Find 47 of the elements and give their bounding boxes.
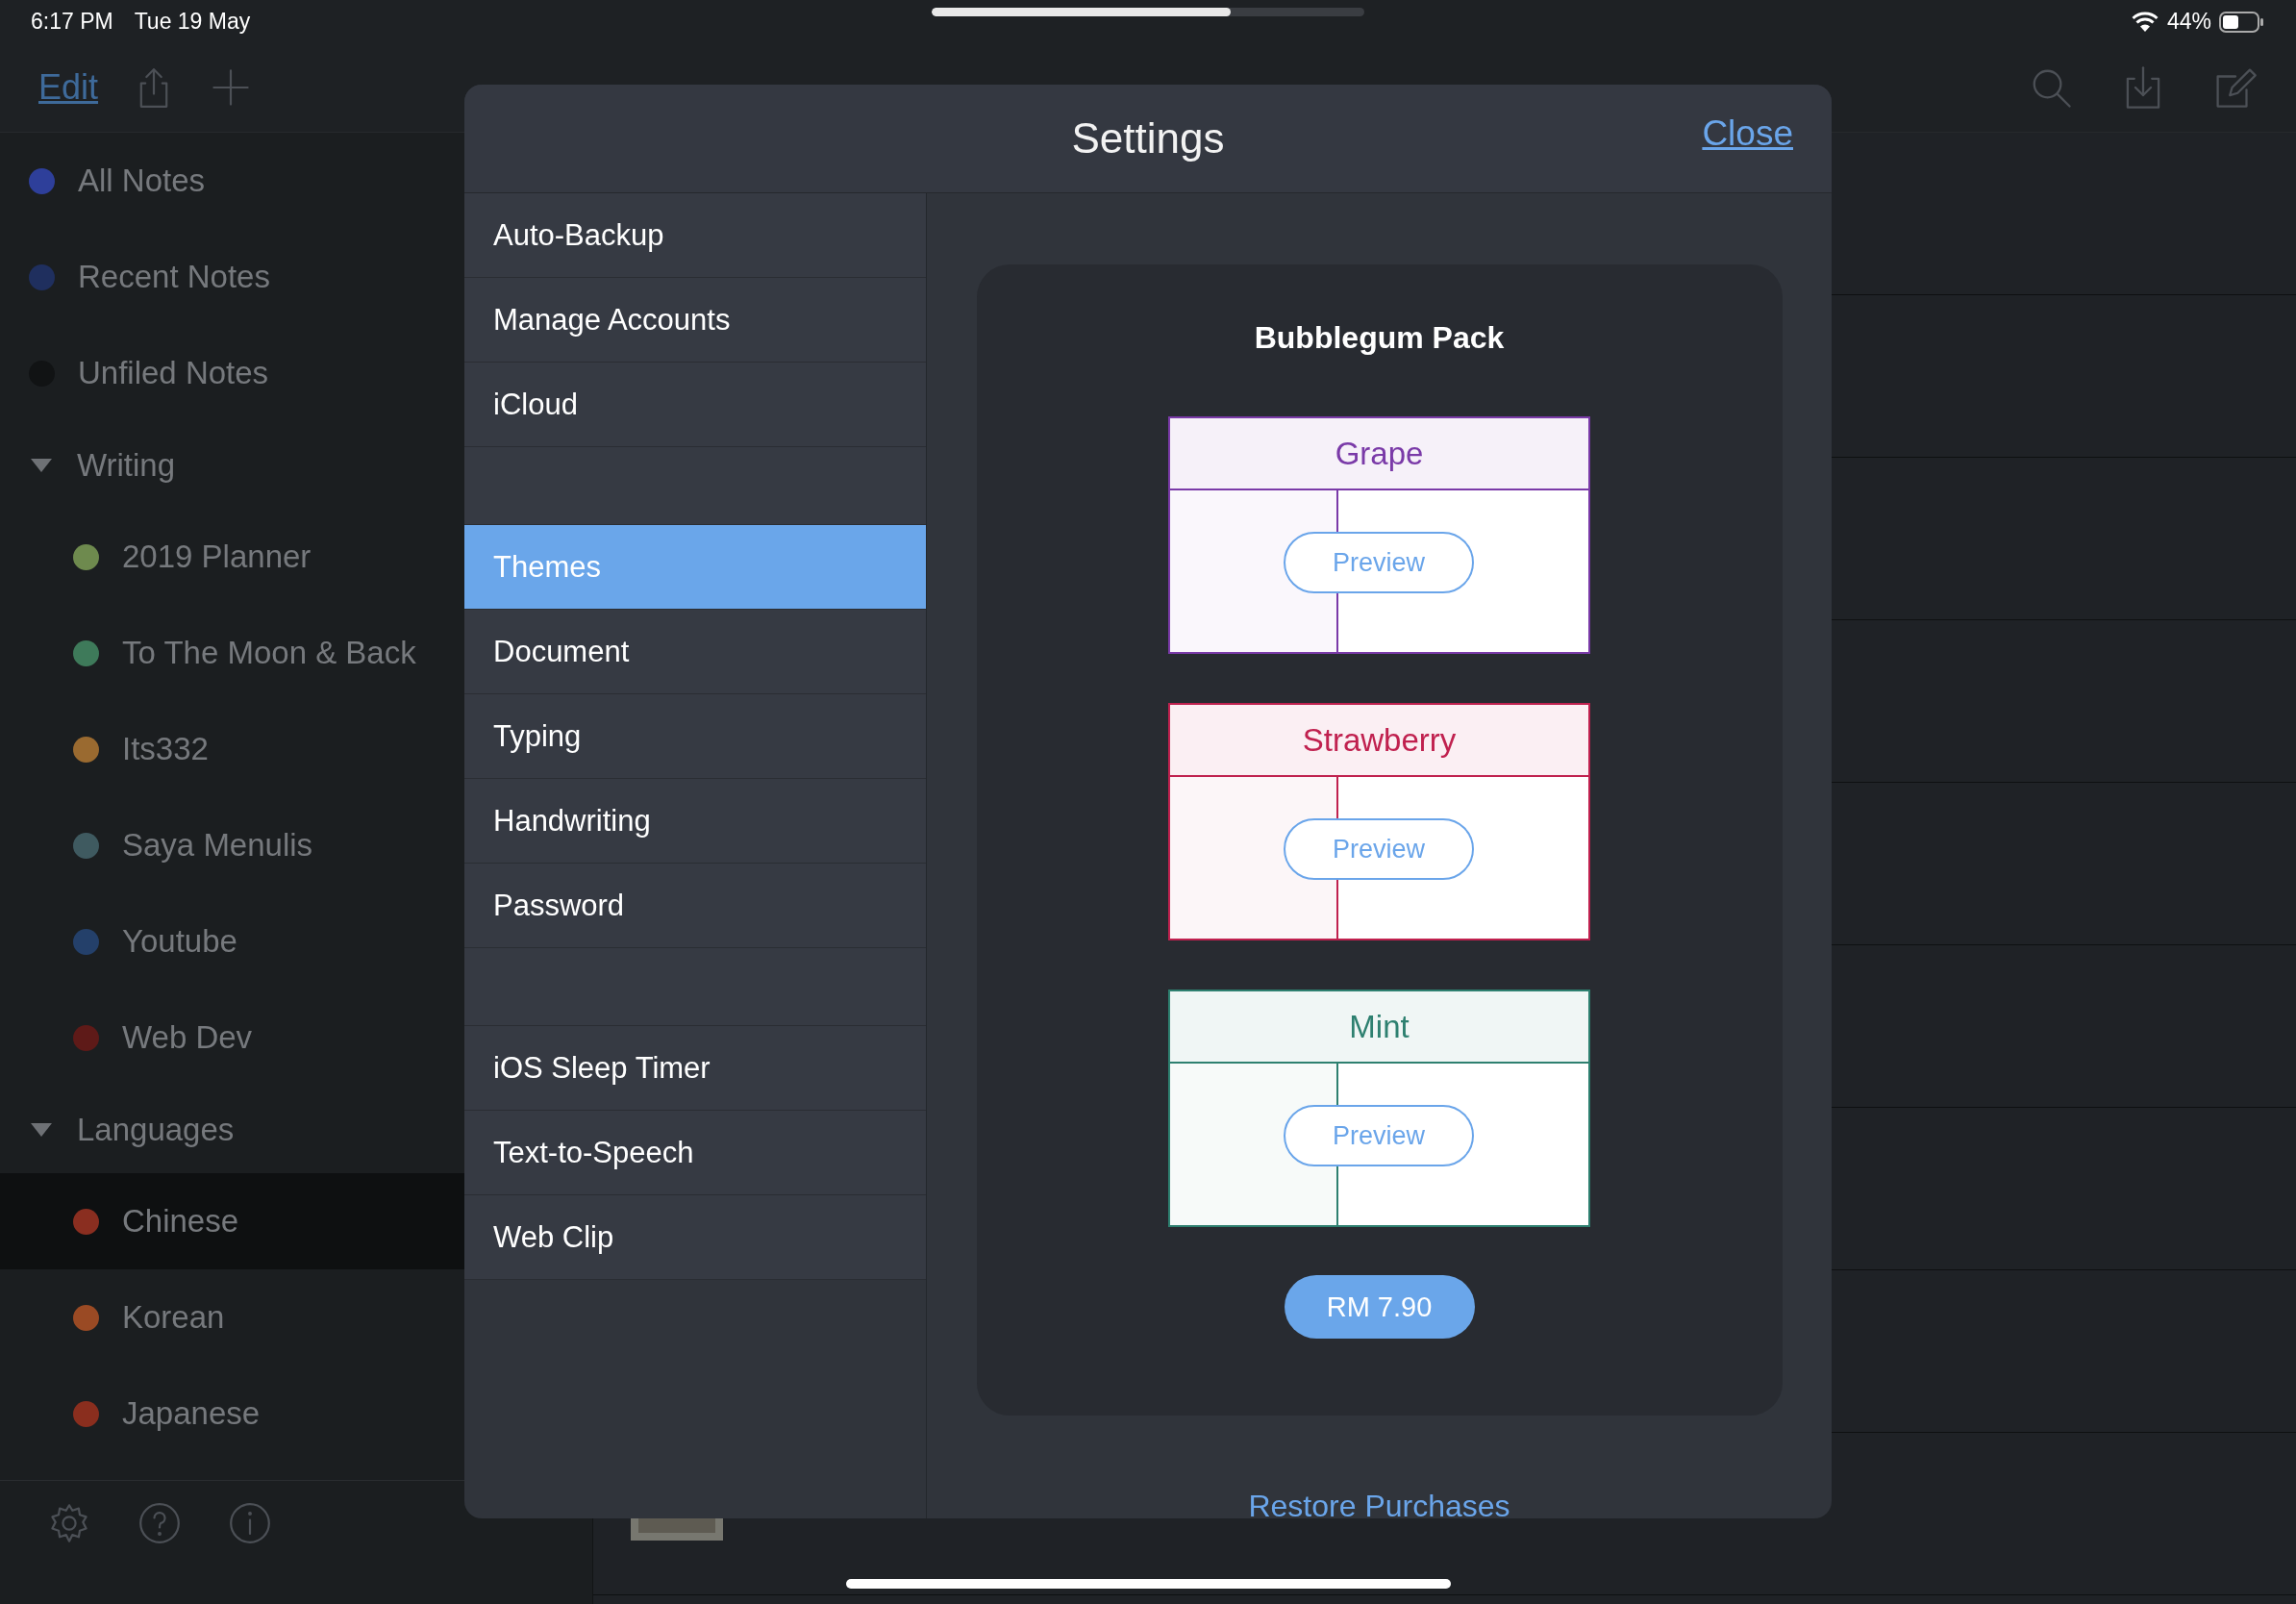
settings-menu-item[interactable]: Auto-Backup [464, 193, 926, 278]
settings-menu-item[interactable]: Password [464, 864, 926, 948]
settings-menu-item[interactable]: Typing [464, 694, 926, 779]
settings-icon[interactable] [48, 1502, 90, 1544]
sidebar-item-label: Chinese [122, 1203, 239, 1240]
edit-link[interactable]: Edit [38, 67, 99, 108]
theme-name: Grape [1335, 435, 1424, 472]
status-time: 6:17 PM [31, 9, 113, 35]
sidebar-item-label: 2019 Planner [122, 539, 312, 575]
sidebar-item-label: All Notes [78, 163, 206, 199]
sidebar-item-label: Its332 [122, 731, 209, 767]
settings-menu-item[interactable]: Handwriting [464, 779, 926, 864]
settings-menu-item[interactable]: iCloud [464, 363, 926, 447]
battery-percentage: 44% [2166, 9, 2211, 35]
theme-name: Mint [1349, 1008, 1410, 1045]
sidebar-item-label: Recent Notes [78, 259, 270, 295]
pack-title: Bubblegum Pack [1254, 320, 1505, 356]
settings-menu-item[interactable]: Themes [464, 525, 926, 610]
preview-button[interactable]: Preview [1284, 1105, 1474, 1166]
preview-button[interactable]: Preview [1284, 532, 1474, 593]
settings-menu-item[interactable]: Web Clip [464, 1195, 926, 1280]
info-icon[interactable] [229, 1502, 271, 1544]
settings-menu-item[interactable]: Manage Accounts [464, 278, 926, 363]
settings-menu-item[interactable]: iOS Sleep Timer [464, 1026, 926, 1111]
wifi-icon [2130, 11, 2159, 33]
preview-button[interactable]: Preview [1284, 818, 1474, 880]
close-link[interactable]: Close [1702, 113, 1793, 154]
status-date: Tue 19 May [134, 9, 251, 35]
sidebar-item-label: Web Dev [122, 1019, 253, 1056]
settings-menu-item[interactable]: Document [464, 610, 926, 694]
sidebar-item-label: Youtube [122, 923, 237, 960]
battery-icon [2219, 10, 2265, 34]
sidebar-item-label: Saya Menulis [122, 827, 313, 864]
sidebar-item-label: To The Moon & Back [122, 635, 416, 671]
dialog-title: Settings [1071, 114, 1225, 163]
sidebar-item-label: Korean [122, 1299, 225, 1336]
restore-purchases-link[interactable]: Restore Purchases [1248, 1489, 1510, 1518]
group-label[interactable]: Languages [77, 1111, 235, 1148]
help-icon[interactable] [138, 1502, 181, 1544]
price-button[interactable]: RM 7.90 [1284, 1275, 1475, 1339]
theme-name: Strawberry [1302, 721, 1457, 759]
settings-menu-item[interactable]: Text-to-Speech [464, 1111, 926, 1195]
sidebar-item-label: Japanese [122, 1395, 261, 1432]
sidebar-item-label: Unfiled Notes [78, 355, 269, 391]
compose-icon[interactable] [2213, 65, 2258, 110]
group-label[interactable]: Writing [77, 446, 176, 484]
sidebar-item[interactable]: Japanese [0, 1366, 592, 1462]
